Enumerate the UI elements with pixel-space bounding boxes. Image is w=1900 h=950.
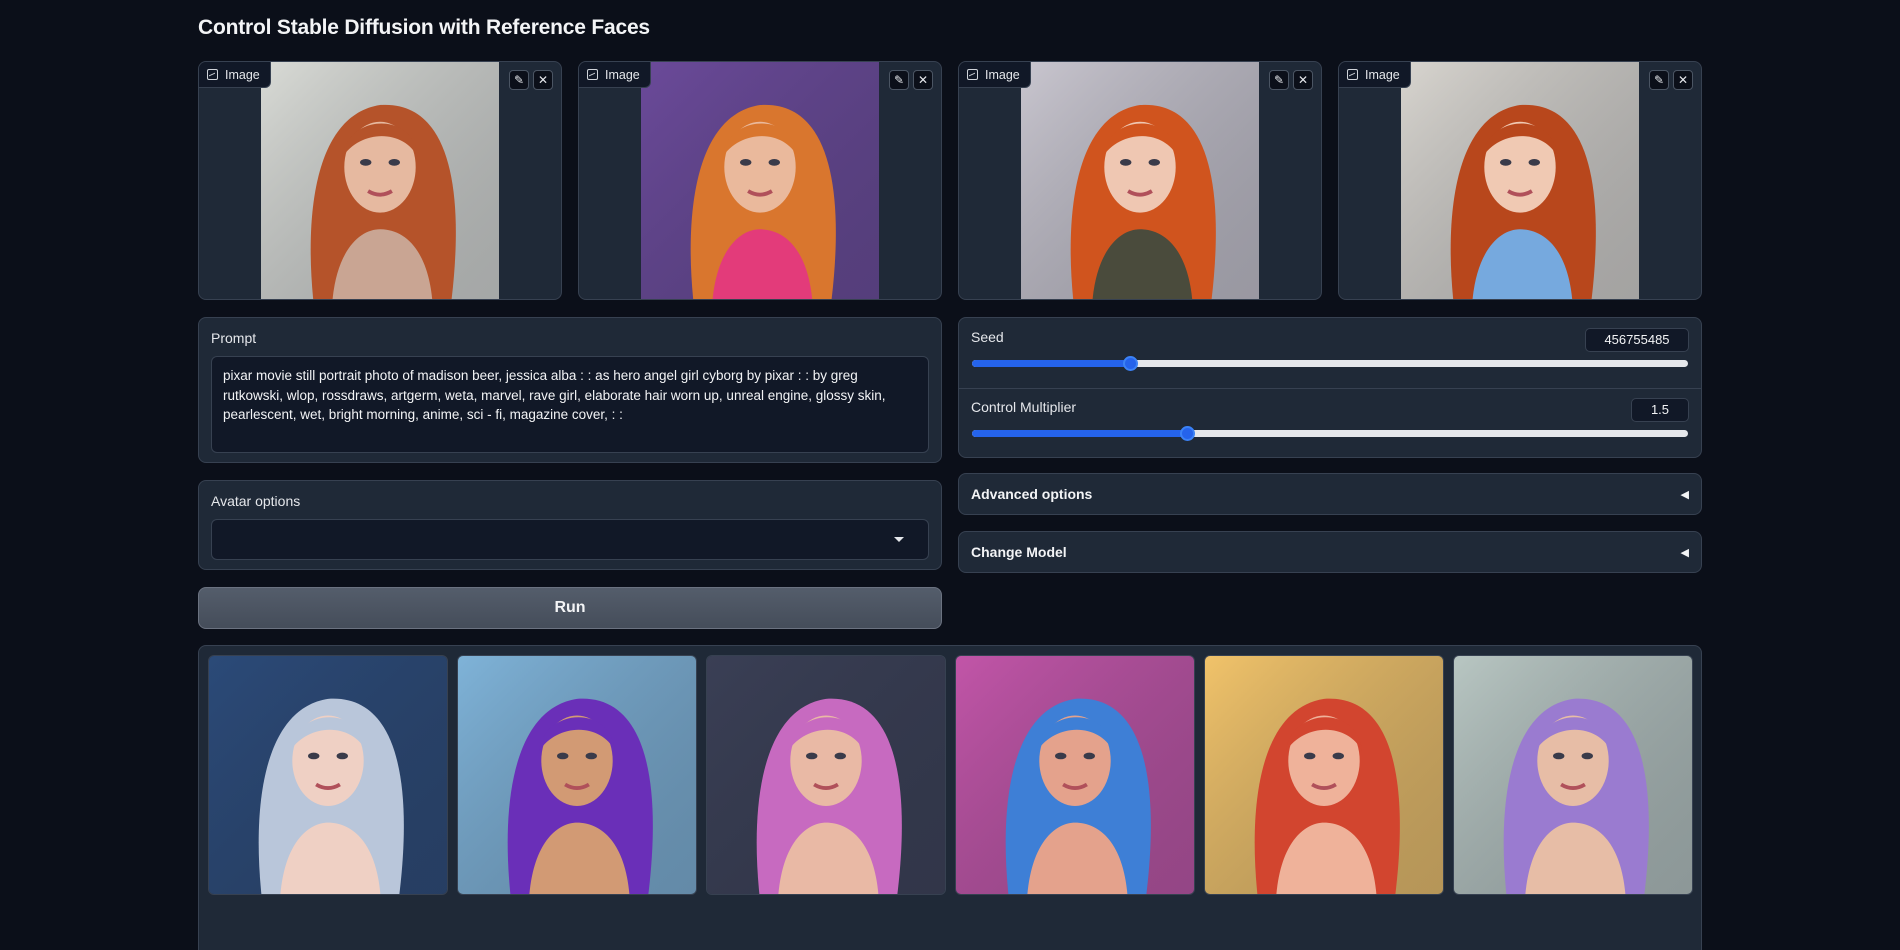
seed-slider-fill bbox=[972, 360, 1130, 367]
change-model-accordion[interactable]: Change Model ◀ bbox=[958, 531, 1702, 573]
reference-face-image bbox=[1401, 62, 1639, 299]
run-button[interactable]: Run bbox=[198, 587, 942, 629]
image-tag: Image bbox=[579, 62, 651, 88]
image-icon bbox=[587, 69, 598, 80]
pencil-icon[interactable]: ✎ bbox=[1649, 70, 1669, 90]
prompt-input[interactable]: pixar movie still portrait photo of madi… bbox=[211, 356, 929, 453]
control-multiplier-slider-fill bbox=[972, 430, 1187, 437]
reference-image-upload[interactable]: Image ✎ ✕ bbox=[1338, 61, 1702, 300]
advanced-options-accordion[interactable]: Advanced options ◀ bbox=[958, 473, 1702, 515]
reference-face-image bbox=[1021, 62, 1259, 299]
reference-face-image bbox=[641, 62, 879, 299]
prompt-label: Prompt bbox=[211, 330, 257, 346]
avatar-options-panel: Avatar options bbox=[198, 480, 942, 570]
control-multiplier-label: Control Multiplier bbox=[971, 399, 1077, 415]
image-icon bbox=[1347, 69, 1358, 80]
chevron-down-icon bbox=[894, 537, 904, 542]
advanced-options-label: Advanced options bbox=[971, 486, 1093, 502]
pencil-icon[interactable]: ✎ bbox=[1269, 70, 1289, 90]
control-multiplier-row: Control Multiplier 1.5 bbox=[959, 389, 1701, 459]
image-toolbar: ✎ ✕ bbox=[509, 70, 553, 90]
image-toolbar: ✎ ✕ bbox=[1269, 70, 1313, 90]
seed-slider[interactable] bbox=[972, 356, 1688, 371]
prompt-panel: Prompt pixar movie still portrait photo … bbox=[198, 317, 942, 463]
image-tag-label: Image bbox=[1365, 67, 1400, 82]
gallery-image[interactable] bbox=[1204, 655, 1444, 895]
image-toolbar: ✎ ✕ bbox=[1649, 70, 1693, 90]
image-icon bbox=[207, 69, 218, 80]
reference-image-upload[interactable]: Image ✎ ✕ bbox=[958, 61, 1322, 300]
gallery-image[interactable] bbox=[208, 655, 448, 895]
image-icon bbox=[967, 69, 978, 80]
close-icon[interactable]: ✕ bbox=[533, 70, 553, 90]
avatar-options-label: Avatar options bbox=[211, 493, 301, 509]
image-tag-label: Image bbox=[225, 67, 260, 82]
reference-image-upload[interactable]: Image ✎ ✕ bbox=[198, 61, 562, 300]
control-multiplier-input[interactable]: 1.5 bbox=[1631, 398, 1689, 422]
image-tag: Image bbox=[959, 62, 1031, 88]
image-tag-label: Image bbox=[985, 67, 1020, 82]
gallery-image[interactable] bbox=[1453, 655, 1693, 895]
control-multiplier-slider[interactable] bbox=[972, 426, 1688, 441]
page-title: Control Stable Diffusion with Reference … bbox=[198, 16, 650, 39]
reference-face-image bbox=[261, 62, 499, 299]
sliders-panel: Seed 456755485 Control Multiplier 1.5 bbox=[958, 317, 1702, 458]
seed-row: Seed 456755485 bbox=[959, 318, 1701, 388]
seed-slider-handle[interactable] bbox=[1122, 356, 1138, 371]
close-icon[interactable]: ✕ bbox=[1293, 70, 1313, 90]
pencil-icon[interactable]: ✎ bbox=[889, 70, 909, 90]
change-model-label: Change Model bbox=[971, 544, 1067, 560]
collapse-arrow-icon: ◀ bbox=[1680, 488, 1689, 501]
image-tag-label: Image bbox=[605, 67, 640, 82]
collapse-arrow-icon: ◀ bbox=[1680, 546, 1689, 559]
image-tag: Image bbox=[1339, 62, 1411, 88]
gallery-image[interactable] bbox=[706, 655, 946, 895]
output-gallery bbox=[198, 645, 1702, 950]
close-icon[interactable]: ✕ bbox=[913, 70, 933, 90]
gallery-image[interactable] bbox=[955, 655, 1195, 895]
gallery-image[interactable] bbox=[457, 655, 697, 895]
close-icon[interactable]: ✕ bbox=[1673, 70, 1693, 90]
pencil-icon[interactable]: ✎ bbox=[509, 70, 529, 90]
image-toolbar: ✎ ✕ bbox=[889, 70, 933, 90]
avatar-options-dropdown[interactable] bbox=[211, 519, 929, 560]
seed-label: Seed bbox=[971, 329, 1004, 345]
control-multiplier-slider-handle[interactable] bbox=[1179, 426, 1195, 441]
image-tag: Image bbox=[199, 62, 271, 88]
reference-image-upload[interactable]: Image ✎ ✕ bbox=[578, 61, 942, 300]
seed-input[interactable]: 456755485 bbox=[1585, 328, 1689, 352]
